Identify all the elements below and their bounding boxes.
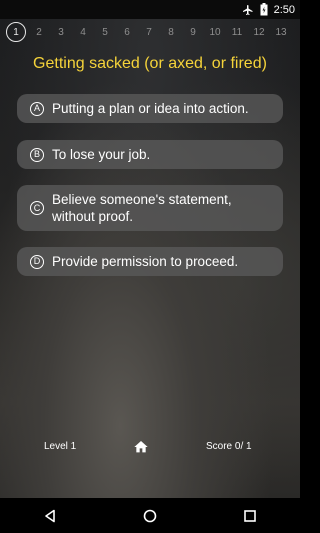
progress-item[interactable]: 3	[50, 27, 72, 38]
answer-option-a[interactable]: A Putting a plan or idea into action.	[17, 94, 283, 123]
answer-text: To lose your job.	[52, 147, 151, 162]
question-title: Getting sacked (or axed, or fired)	[33, 55, 267, 72]
answer-option-b[interactable]: B To lose your job.	[17, 140, 283, 169]
home-icon[interactable]	[133, 439, 149, 458]
airplane-mode-icon	[242, 4, 254, 16]
system-nav-bar	[0, 498, 300, 533]
progress-item[interactable]: 10	[204, 27, 226, 38]
progress-item[interactable]: 4	[72, 27, 94, 38]
progress-item[interactable]: 5	[94, 27, 116, 38]
nav-home-icon[interactable]	[120, 498, 180, 533]
progress-item[interactable]: 9	[182, 27, 204, 38]
quiz-screen: 1 2 3 4 5 6 7 8 9 10 11 12 13 Getting sa…	[0, 19, 300, 498]
progress-item[interactable]: 13	[270, 27, 292, 38]
progress-item[interactable]: 12	[248, 27, 270, 38]
option-letter: C	[30, 201, 44, 215]
answer-text: Believe someone's statement, without pro…	[52, 192, 232, 224]
progress-item[interactable]: 6	[116, 27, 138, 38]
question-progress: 1 2 3 4 5 6 7 8 9 10 11 12 13	[6, 20, 292, 44]
progress-item[interactable]: 7	[138, 27, 160, 38]
answer-text: Putting a plan or idea into action.	[52, 101, 249, 116]
option-letter: A	[30, 101, 44, 116]
progress-item[interactable]: 11	[226, 27, 248, 38]
status-time: 2:50	[273, 3, 295, 16]
progress-item[interactable]: 8	[160, 27, 182, 38]
battery-icon	[260, 3, 268, 16]
answer-option-d[interactable]: D Provide permission to proceed.	[17, 247, 283, 276]
progress-current[interactable]: 1	[6, 22, 26, 42]
answer-option-c[interactable]: C Believe someone's statement, without p…	[17, 185, 283, 231]
status-bar: 2:50	[0, 0, 300, 19]
nav-back-icon[interactable]	[20, 498, 80, 533]
level-label: Level 1	[44, 441, 77, 452]
score-label: Score 0/ 1	[206, 441, 252, 452]
progress-item[interactable]: 2	[28, 27, 50, 38]
answer-text: Provide permission to proceed.	[52, 254, 239, 269]
option-letter: D	[30, 254, 44, 269]
quiz-footer: Level 1 Score 0/ 1	[0, 439, 300, 459]
option-letter: B	[30, 147, 44, 162]
nav-recents-icon[interactable]	[220, 498, 280, 533]
